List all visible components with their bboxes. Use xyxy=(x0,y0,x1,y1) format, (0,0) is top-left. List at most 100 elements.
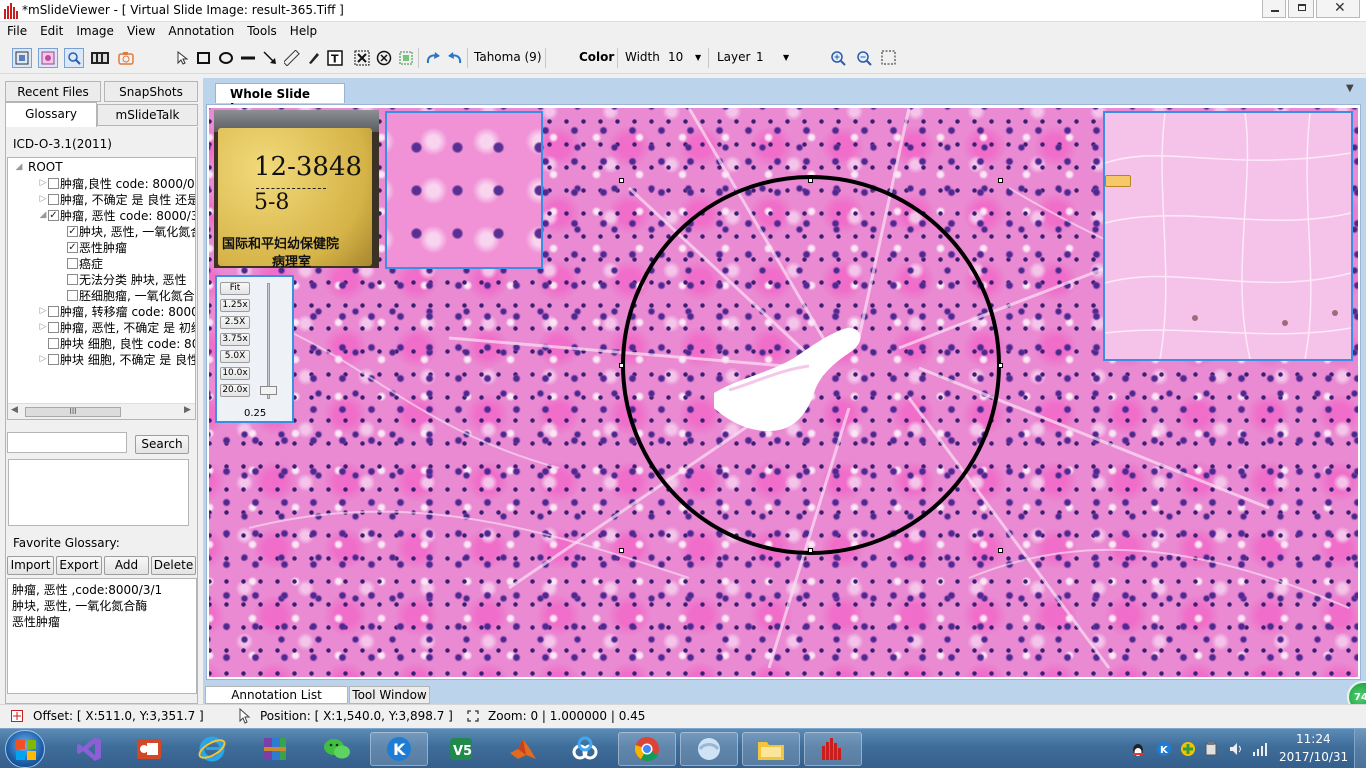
zoom-5x-button[interactable]: 5.0X xyxy=(220,350,250,363)
tree-checkbox[interactable] xyxy=(48,353,59,365)
tree-checkbox[interactable] xyxy=(48,177,59,189)
tree-scroll-thumb[interactable]: III xyxy=(25,407,121,417)
magnifier-inset[interactable] xyxy=(385,111,543,269)
color-button[interactable]: Color xyxy=(579,50,614,64)
zoom-20x-button[interactable]: 20.0x xyxy=(220,384,250,397)
volume-icon[interactable] xyxy=(1228,741,1244,757)
zoom-slider-track[interactable] xyxy=(267,283,270,399)
tab-annotation-list-window[interactable]: Annotation List Window xyxy=(205,686,348,719)
tree-root[interactable]: ◢ ROOT xyxy=(14,159,63,175)
add-button[interactable]: Add xyxy=(104,556,149,575)
selection-handle[interactable] xyxy=(808,548,813,553)
menu-edit[interactable]: Edit xyxy=(33,22,69,38)
marquee-button[interactable] xyxy=(879,48,899,68)
tree-checkbox[interactable] xyxy=(67,289,78,301)
tree-item[interactable]: ▷ 肿瘤, 不确定 是 良性 还是 xyxy=(38,191,195,207)
tree-checkbox[interactable] xyxy=(67,273,78,285)
taskbar-explorer-window[interactable] xyxy=(680,732,738,766)
tab-whole-slide-image[interactable]: Whole Slide Image xyxy=(215,83,345,115)
minimize-button[interactable] xyxy=(1262,0,1286,18)
taskbar-visual-studio[interactable] xyxy=(60,732,118,766)
arrow-tool-button[interactable] xyxy=(260,48,280,68)
tree-item[interactable]: ▷ 肿块 细胞, 不确定 是 良性 xyxy=(38,351,195,367)
tree-checkbox[interactable] xyxy=(48,321,59,333)
layer-dropdown-icon[interactable]: ▼ xyxy=(783,53,789,62)
delete-annotation-button[interactable] xyxy=(352,48,372,68)
selection-handle[interactable] xyxy=(998,178,1003,183)
taskbar-matlab[interactable] xyxy=(494,732,552,766)
tree-checkbox[interactable] xyxy=(48,305,59,317)
selection-handle[interactable] xyxy=(998,363,1003,368)
width-dropdown-icon[interactable]: ▼ xyxy=(695,53,701,62)
search-button[interactable]: Search xyxy=(135,435,189,454)
device-tray-icon[interactable] xyxy=(1204,741,1218,757)
clock-date[interactable]: 2017/10/31 xyxy=(1279,750,1348,764)
font-selector[interactable]: Tahoma (9) xyxy=(474,50,542,64)
clear-annotations-button[interactable] xyxy=(374,48,394,68)
tree-item[interactable]: ◢ ✓ 肿瘤, 恶性 code: 8000/3 xyxy=(38,207,195,223)
close-button[interactable]: ✕ xyxy=(1316,0,1360,18)
selection-handle[interactable] xyxy=(619,363,624,368)
expand-arrow-icon[interactable]: ▷ xyxy=(38,322,48,332)
taskbar-chrome[interactable] xyxy=(618,732,676,766)
scroll-right-icon[interactable]: ▶ xyxy=(184,405,191,415)
zoom-slider-thumb[interactable] xyxy=(260,385,277,395)
selection-handle[interactable] xyxy=(998,548,1003,553)
zoom-10x-button[interactable]: 10.0x xyxy=(220,367,250,380)
tab-menu-icon[interactable]: ▼ xyxy=(1346,83,1354,94)
taskbar-office[interactable] xyxy=(120,732,178,766)
security-tray-icon[interactable] xyxy=(1180,741,1196,757)
ruler-tool-button[interactable] xyxy=(282,48,302,68)
tab-snapshots[interactable]: SnapShots xyxy=(104,81,198,102)
taskbar-k-app[interactable]: K xyxy=(370,732,428,766)
favorite-item[interactable]: 肿块, 恶性, 一氧化氮合酶 xyxy=(12,598,192,614)
taskbar-winrar[interactable] xyxy=(246,732,304,766)
redo-button[interactable] xyxy=(423,48,443,68)
tab-tool-window[interactable]: Tool Window xyxy=(349,686,430,704)
magnifier-button[interactable] xyxy=(64,48,84,68)
expand-arrow-icon[interactable]: ▷ xyxy=(38,178,48,188)
clock-time[interactable]: 11:24 xyxy=(1296,732,1331,746)
tree-hscrollbar[interactable]: ◀ III ▶ xyxy=(8,403,195,419)
export-button[interactable]: Export xyxy=(56,556,102,575)
tree-item[interactable]: 无法分类 肿块, 恶性 xyxy=(67,271,186,287)
menu-help[interactable]: Help xyxy=(283,22,323,38)
selection-handle[interactable] xyxy=(619,178,624,183)
text-tool-button[interactable]: T xyxy=(325,48,345,68)
tab-recent-files[interactable]: Recent Files xyxy=(5,81,101,102)
taskbar-mslideviewer[interactable] xyxy=(804,732,862,766)
tree-checkbox[interactable] xyxy=(48,193,59,205)
menu-file[interactable]: File xyxy=(0,22,33,38)
menu-view[interactable]: View xyxy=(120,22,161,38)
tab-glossary[interactable]: Glossary xyxy=(5,102,97,128)
undo-button[interactable] xyxy=(445,48,465,68)
taskbar-wechat[interactable] xyxy=(308,732,366,766)
selection-handle[interactable] xyxy=(619,548,624,553)
expand-arrow-icon[interactable]: ▷ xyxy=(38,354,48,364)
snapshot-button[interactable] xyxy=(116,48,136,68)
line-tool-button[interactable] xyxy=(238,48,258,68)
import-button[interactable]: Import xyxy=(7,556,54,575)
overview-navigator[interactable] xyxy=(1103,111,1353,361)
slide-viewer[interactable]: 12-3848 5-8 国际和平妇幼保健院 病理室 Fit 1.25x 2.5X… xyxy=(209,108,1358,677)
expand-arrow-icon[interactable]: ▷ xyxy=(38,194,48,204)
tree-item[interactable]: 胚细胞瘤, 一氧化氮合 xyxy=(67,287,195,303)
taskbar-internet-explorer[interactable] xyxy=(183,732,241,766)
tree-checkbox[interactable] xyxy=(48,337,59,349)
tab-mslidetalk[interactable]: mSlideTalk xyxy=(97,104,198,126)
tree-item[interactable]: ▷ 肿瘤, 恶性, 不确定 是 初级 xyxy=(38,319,195,335)
zoom-1-25x-button[interactable]: 1.25x xyxy=(220,299,250,312)
qq-tray-icon[interactable] xyxy=(1130,741,1146,757)
tree-checkbox-checked[interactable]: ✓ xyxy=(67,225,78,237)
glossary-tree[interactable]: ◢ ROOT ▷ 肿瘤,良性 code: 8000/0 ▷ 肿瘤, 不确定 是 良性 … xyxy=(7,157,196,420)
favorite-item[interactable]: 肿瘤, 恶性 ,code:8000/3/1 xyxy=(12,582,192,598)
delete-button[interactable]: Delete xyxy=(151,556,196,575)
collapse-arrow-icon[interactable]: ◢ xyxy=(38,210,48,220)
k-tray-icon[interactable]: K xyxy=(1156,741,1172,757)
favorite-glossary-list[interactable]: 肿瘤, 恶性 ,code:8000/3/1 肿块, 恶性, 一氧化氮合酶 恶性肿… xyxy=(7,578,197,694)
tree-checkbox-checked[interactable]: ✓ xyxy=(48,209,59,221)
network-signal-icon[interactable] xyxy=(1252,741,1268,757)
region-button[interactable] xyxy=(396,48,416,68)
tree-item[interactable]: ✓ 肿块, 恶性, 一氧化氮合 xyxy=(67,223,195,239)
menu-image[interactable]: Image xyxy=(69,22,120,38)
